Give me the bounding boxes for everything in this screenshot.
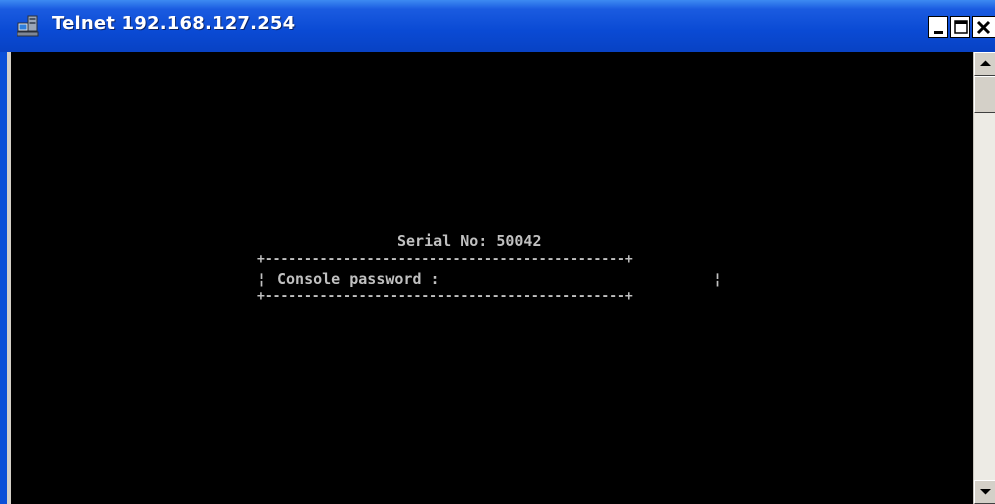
password-prompt-row[interactable]: ¦ Console password : ¦ [257,270,722,360]
prompt-box-right-border: ¦ [713,270,723,288]
prompt-box-left-border: ¦ [257,270,267,288]
console-password-prompt: Console password : [277,270,440,288]
maximize-icon [954,20,968,34]
minimize-icon [934,31,943,34]
prompt-box-bottom-border: +---------------------------------------… [257,289,633,304]
serial-number-text: Serial No: 50042 [397,232,542,250]
telnet-window: Telnet 192.168.127.254 Serial No: 50042 … [0,0,995,504]
scroll-down-arrow-icon [980,489,991,495]
close-button[interactable] [972,16,995,38]
title-bar[interactable]: Telnet 192.168.127.254 [0,0,995,52]
telnet-console[interactable]: Serial No: 50042 +----------------------… [11,52,973,504]
vertical-scrollbar[interactable] [973,52,995,504]
telnet-computer-icon [17,15,39,37]
scrollbar-thumb[interactable] [974,76,995,113]
prompt-box-top-border: +---------------------------------------… [257,252,633,267]
close-icon [976,20,991,35]
window-title: Telnet 192.168.127.254 [52,13,296,34]
maximize-button[interactable] [950,16,970,38]
scroll-up-arrow-icon [980,60,991,66]
minimize-button[interactable] [928,16,948,38]
scroll-down-button[interactable] [974,480,995,504]
scroll-up-button[interactable] [974,52,995,76]
